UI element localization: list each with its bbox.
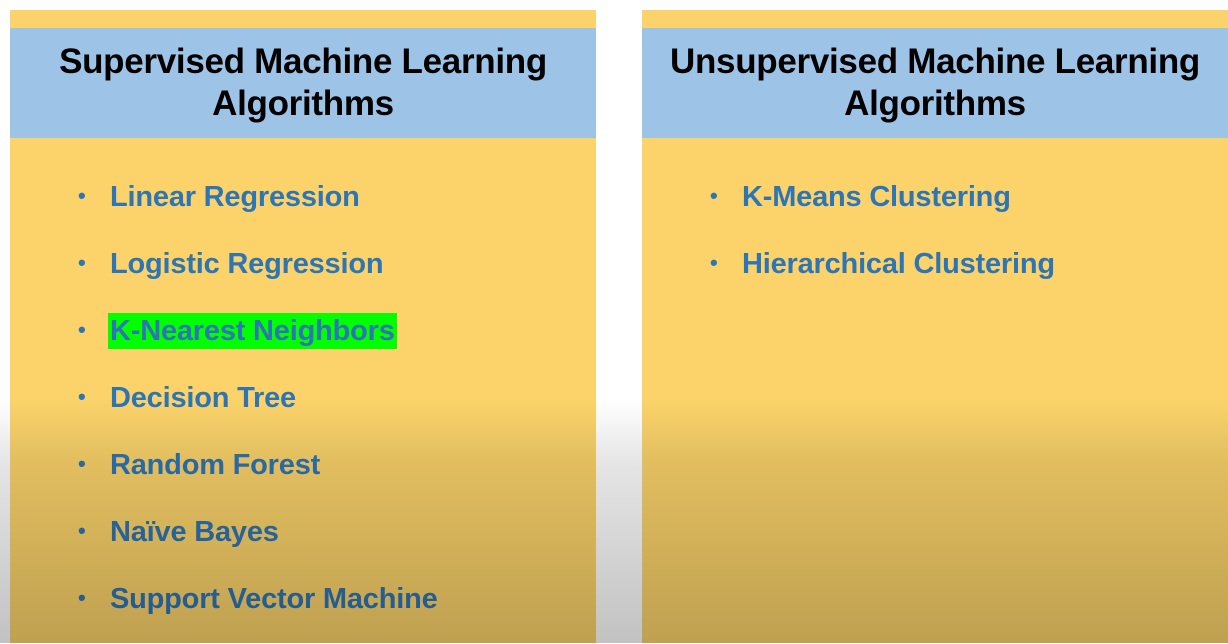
unsupervised-title: Unsupervised Machine Learning Algorithms	[669, 42, 1201, 123]
list-item-label: Random Forest	[110, 449, 321, 481]
supervised-panel: Supervised Machine Learning Algorithms •…	[10, 10, 596, 643]
panel-top-stripe	[10, 10, 596, 28]
list-item-label: K-Means Clustering	[742, 181, 1011, 213]
bullet-icon: •	[78, 451, 86, 476]
bullet-icon: •	[78, 250, 86, 275]
bullet-icon: •	[710, 250, 718, 275]
supervised-header: Supervised Machine Learning Algorithms	[10, 28, 596, 138]
bullet-icon: •	[78, 585, 86, 610]
bullet-icon: •	[78, 317, 86, 342]
panel-top-stripe	[642, 10, 1228, 28]
list-item-label: Logistic Regression	[110, 248, 384, 280]
list-item-label: Naïve Bayes	[110, 516, 279, 548]
list-item-label: Hierarchical Clustering	[742, 248, 1055, 280]
bullet-icon: •	[78, 183, 86, 208]
list-item-label: Support Vector Machine	[110, 583, 438, 615]
list-item-label-highlighted: K-Nearest Neighbors	[108, 313, 397, 349]
supervised-title: Supervised Machine Learning Algorithms	[59, 42, 547, 123]
bullet-icon: •	[78, 518, 86, 543]
bullet-icon: •	[710, 183, 718, 208]
unsupervised-panel: Unsupervised Machine Learning Algorithms…	[642, 10, 1228, 643]
unsupervised-header: Unsupervised Machine Learning Algorithms	[642, 28, 1228, 138]
list-item-label: Linear Regression	[110, 181, 360, 213]
bullet-icon: •	[78, 384, 86, 409]
list-item-label: Decision Tree	[110, 382, 296, 414]
